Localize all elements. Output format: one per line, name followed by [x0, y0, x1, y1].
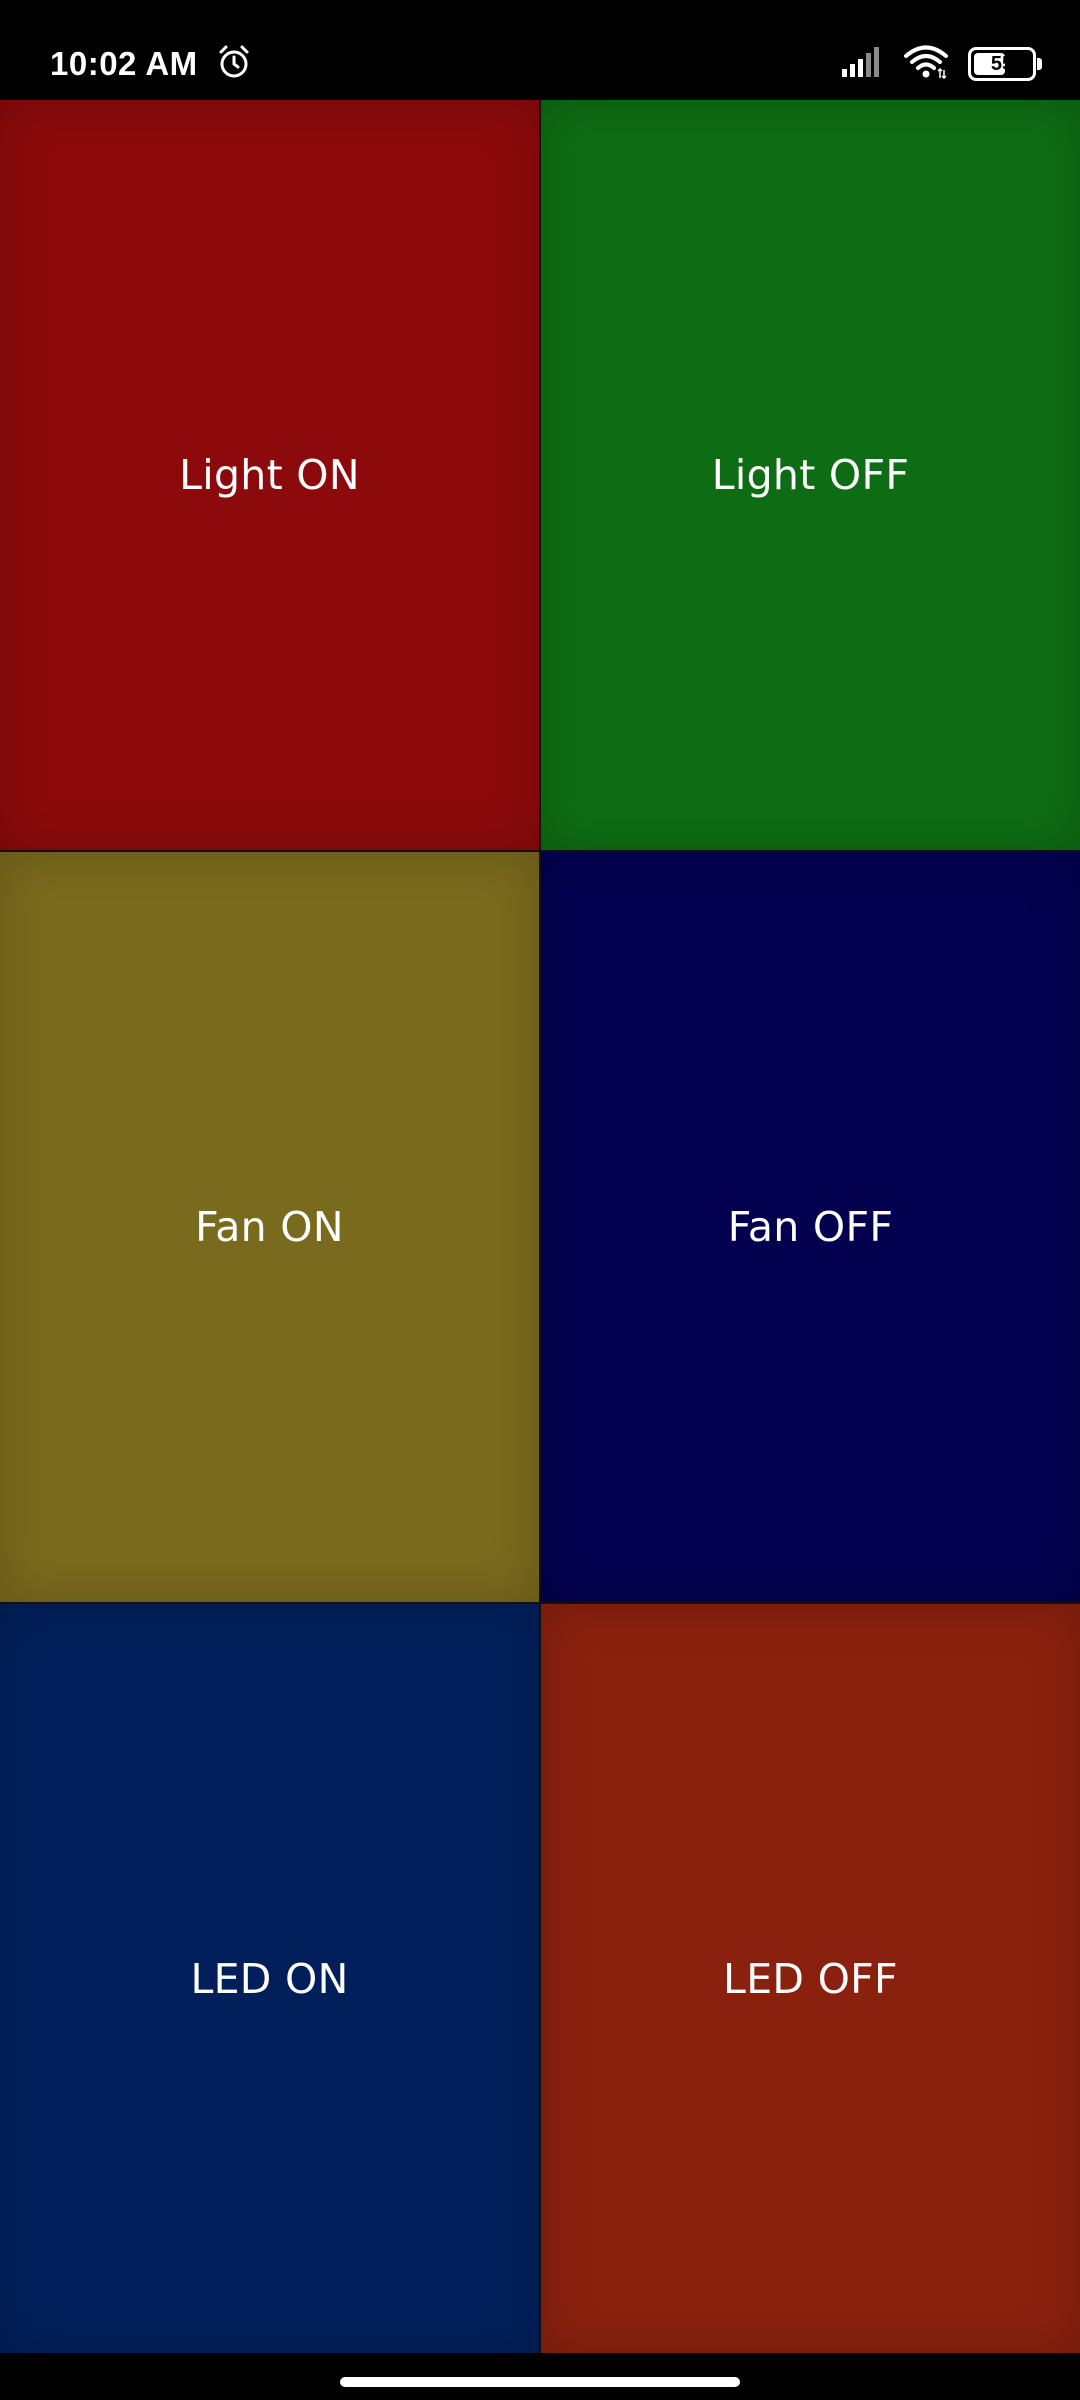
signal-icon: [842, 46, 884, 82]
led-off-label: LED OFF: [723, 1954, 898, 2003]
battery-level: 55: [990, 52, 1014, 75]
status-time: 10:02 AM: [50, 45, 198, 82]
alarm-icon: [216, 44, 252, 85]
led-off-button[interactable]: LED OFF: [541, 1604, 1080, 2353]
fan-on-button[interactable]: Fan ON: [0, 852, 539, 1602]
light-on-label: Light ON: [179, 451, 360, 499]
led-on-label: LED ON: [190, 1954, 349, 2003]
led-on-button[interactable]: LED ON: [0, 1604, 539, 2353]
light-off-label: Light OFF: [711, 451, 910, 499]
fan-off-label: Fan OFF: [727, 1203, 894, 1251]
fan-off-button[interactable]: Fan OFF: [541, 852, 1080, 1602]
navigation-bar: [0, 2353, 1080, 2400]
status-left: 10:02 AM: [50, 36, 252, 92]
status-right: 55: [842, 38, 1042, 90]
status-bar: 10:02 AM 55: [0, 0, 1080, 100]
light-on-button[interactable]: Light ON: [0, 100, 539, 850]
battery-icon: 55: [968, 47, 1042, 81]
fan-on-label: Fan ON: [195, 1203, 344, 1251]
battery-nub: [1037, 58, 1042, 70]
control-grid: Light ON Light OFF Fan ON Fan OFF LED ON…: [0, 100, 1080, 2353]
light-off-button[interactable]: Light OFF: [541, 100, 1080, 850]
wifi-icon: [904, 45, 948, 84]
home-indicator[interactable]: [340, 2377, 740, 2387]
